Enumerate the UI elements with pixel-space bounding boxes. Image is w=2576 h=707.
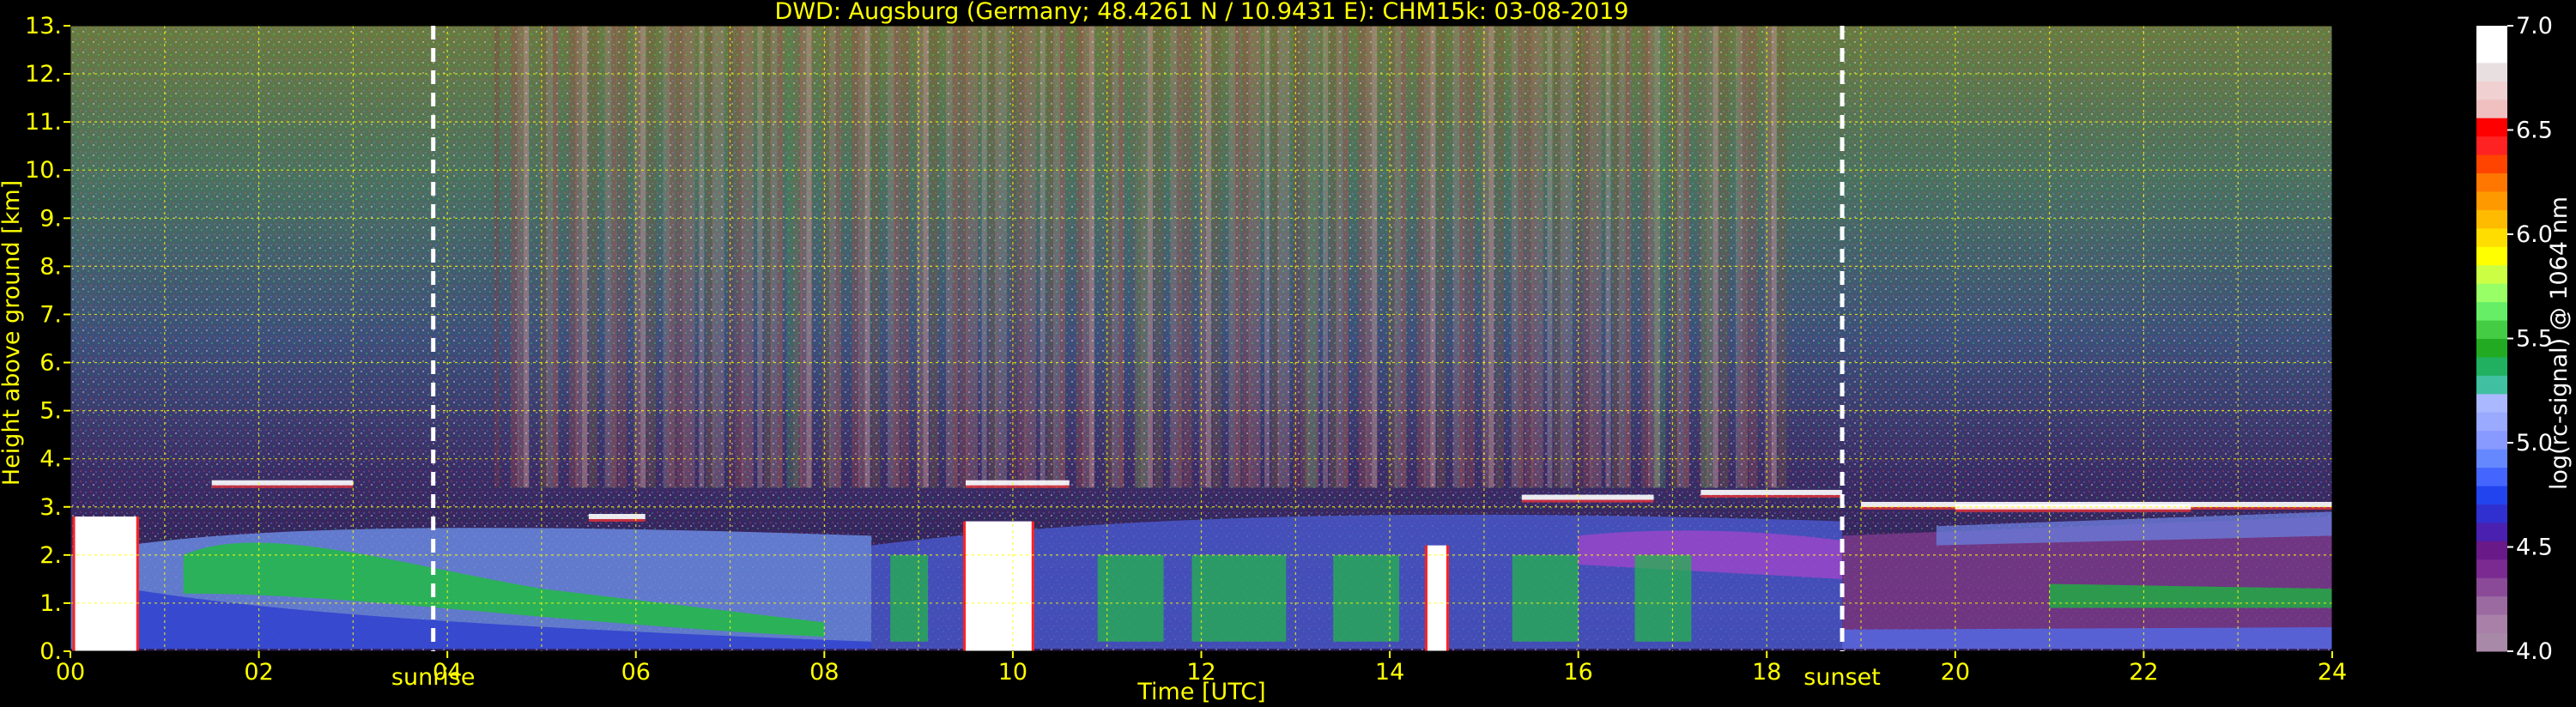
cloud-layer-edge <box>1955 509 2191 512</box>
x-tick-label: 14 <box>1375 659 1404 686</box>
cloud-ten-edge <box>963 521 967 651</box>
x-tick-label: 02 <box>244 659 273 686</box>
colorbar-tick-label: 6.5 <box>2516 118 2553 144</box>
y-tick-label: 2. <box>39 542 62 569</box>
y-axis: 0.1.2.3.4.5.6.7.8.9.10.11.12.13. <box>25 13 70 665</box>
colorbar-segment <box>2476 541 2507 560</box>
x-tick-label: 10 <box>998 659 1027 686</box>
surface-band <box>1842 626 2332 650</box>
colorbar-segment <box>2476 412 2507 432</box>
colorbar-segment <box>2476 99 2507 118</box>
colorbar-segment <box>2476 301 2507 321</box>
colorbar-segment <box>2476 449 2507 468</box>
cloud-layer <box>588 513 646 519</box>
colorbar-segment <box>2476 209 2507 229</box>
colorbar-tick-label: 4.5 <box>2516 535 2553 561</box>
colorbar-segment <box>2476 375 2507 395</box>
colorbar-segment <box>2476 320 2507 339</box>
colorbar-segment <box>2476 62 2507 82</box>
y-tick-label: 1. <box>39 590 62 617</box>
cloud-layer-edge <box>1521 499 1654 503</box>
cloud-early-edge <box>72 516 76 651</box>
colorbar-segment <box>2476 393 2507 413</box>
colorbar-segment <box>2476 190 2507 210</box>
colorbar-segment <box>2476 338 2507 358</box>
colorbar-segment <box>2476 486 2507 505</box>
colorbar-segment <box>2476 430 2507 450</box>
chart-title: DWD: Augsburg (Germany; 48.4261 N / 10.9… <box>775 0 1629 25</box>
cloud-fourteen-edge <box>1425 545 1427 651</box>
colorbar-segment <box>2476 559 2507 578</box>
colorbar-segment <box>2476 227 2507 247</box>
colorbar-segment <box>2476 595 2507 615</box>
y-tick-label: 13. <box>25 13 62 39</box>
cloud-layer <box>1700 489 1843 495</box>
x-tick-label: 22 <box>2129 659 2158 686</box>
y-tick-label: 4. <box>39 446 62 473</box>
cloud-layer <box>1521 494 1654 500</box>
colorbar-segment <box>2476 246 2507 266</box>
colorbar-segment <box>2476 504 2507 523</box>
y-tick-label: 11. <box>25 109 62 136</box>
x-tick-label: 06 <box>621 659 651 686</box>
cloud-layer <box>211 480 354 486</box>
cloud-fourteen <box>1427 545 1446 651</box>
cloud-layer-edge <box>588 518 646 522</box>
colorbar-segment <box>2476 154 2507 174</box>
cloud-layer <box>966 480 1070 486</box>
colorbar-segment <box>2476 118 2507 137</box>
colorbar-segment <box>2476 614 2507 634</box>
y-tick-label: 10. <box>25 157 62 184</box>
sunrise-label: sunrise <box>391 664 476 691</box>
y-tick-label: 3. <box>39 494 62 521</box>
colorbar-segment <box>2476 522 2507 541</box>
cloud-ten-edge <box>1031 521 1034 651</box>
y-tick-label: 8. <box>39 253 62 280</box>
colorbar-segment <box>2476 136 2507 155</box>
x-tick-label: 16 <box>1563 659 1592 686</box>
cell <box>890 554 929 642</box>
x-axis-label: Time [UTC] <box>1136 679 1265 705</box>
x-tick-label: 08 <box>809 659 839 686</box>
colorbar-segment <box>2476 356 2507 376</box>
cloud-layer-edge <box>211 485 354 488</box>
cloud-early-edge <box>136 516 139 651</box>
x-tick-label: 00 <box>56 659 85 686</box>
cloud-ten <box>966 521 1032 651</box>
x-tick-label: 24 <box>2318 659 2347 686</box>
y-tick-label: 9. <box>39 205 62 232</box>
sunset-label: sunset <box>1803 664 1881 691</box>
colorbar-label: log(rc-signal) @ 1064 nm <box>2546 196 2573 490</box>
y-tick-label: 5. <box>39 398 62 425</box>
cloud-early <box>75 516 136 651</box>
colorbar: 4.04.55.05.56.06.57.0 <box>2476 13 2553 665</box>
colorbar-segment <box>2476 26 2507 45</box>
y-tick-label: 12. <box>25 61 62 88</box>
colorbar-segment <box>2476 283 2507 303</box>
ceilometer-chart: DWD: Augsburg (Germany; 48.4261 N / 10.9… <box>0 0 2573 705</box>
cloud-layer-edge <box>966 485 1070 488</box>
colorbar-segment <box>2476 632 2507 652</box>
colorbar-segment <box>2476 172 2507 192</box>
cloud-fourteen-edge <box>1446 545 1449 651</box>
colorbar-segment <box>2476 467 2507 486</box>
colorbar-segment <box>2476 264 2507 284</box>
y-tick-label: 6. <box>39 350 62 377</box>
y-tick-label: 7. <box>39 301 62 328</box>
y-axis-label: Height above ground [km] <box>0 180 25 486</box>
x-tick-label: 20 <box>1941 659 1970 686</box>
cell <box>1512 554 1579 642</box>
cloud-layer-edge <box>1700 494 1843 498</box>
cell <box>1634 554 1692 642</box>
cell <box>1191 554 1287 642</box>
colorbar-segment <box>2476 577 2507 597</box>
colorbar-tick-label: 7.0 <box>2516 13 2553 39</box>
colorbar-tick-label: 4.0 <box>2516 638 2553 665</box>
x-tick-label: 18 <box>1752 659 1781 686</box>
colorbar-segment <box>2476 44 2507 63</box>
colorbar-segment <box>2476 81 2507 100</box>
